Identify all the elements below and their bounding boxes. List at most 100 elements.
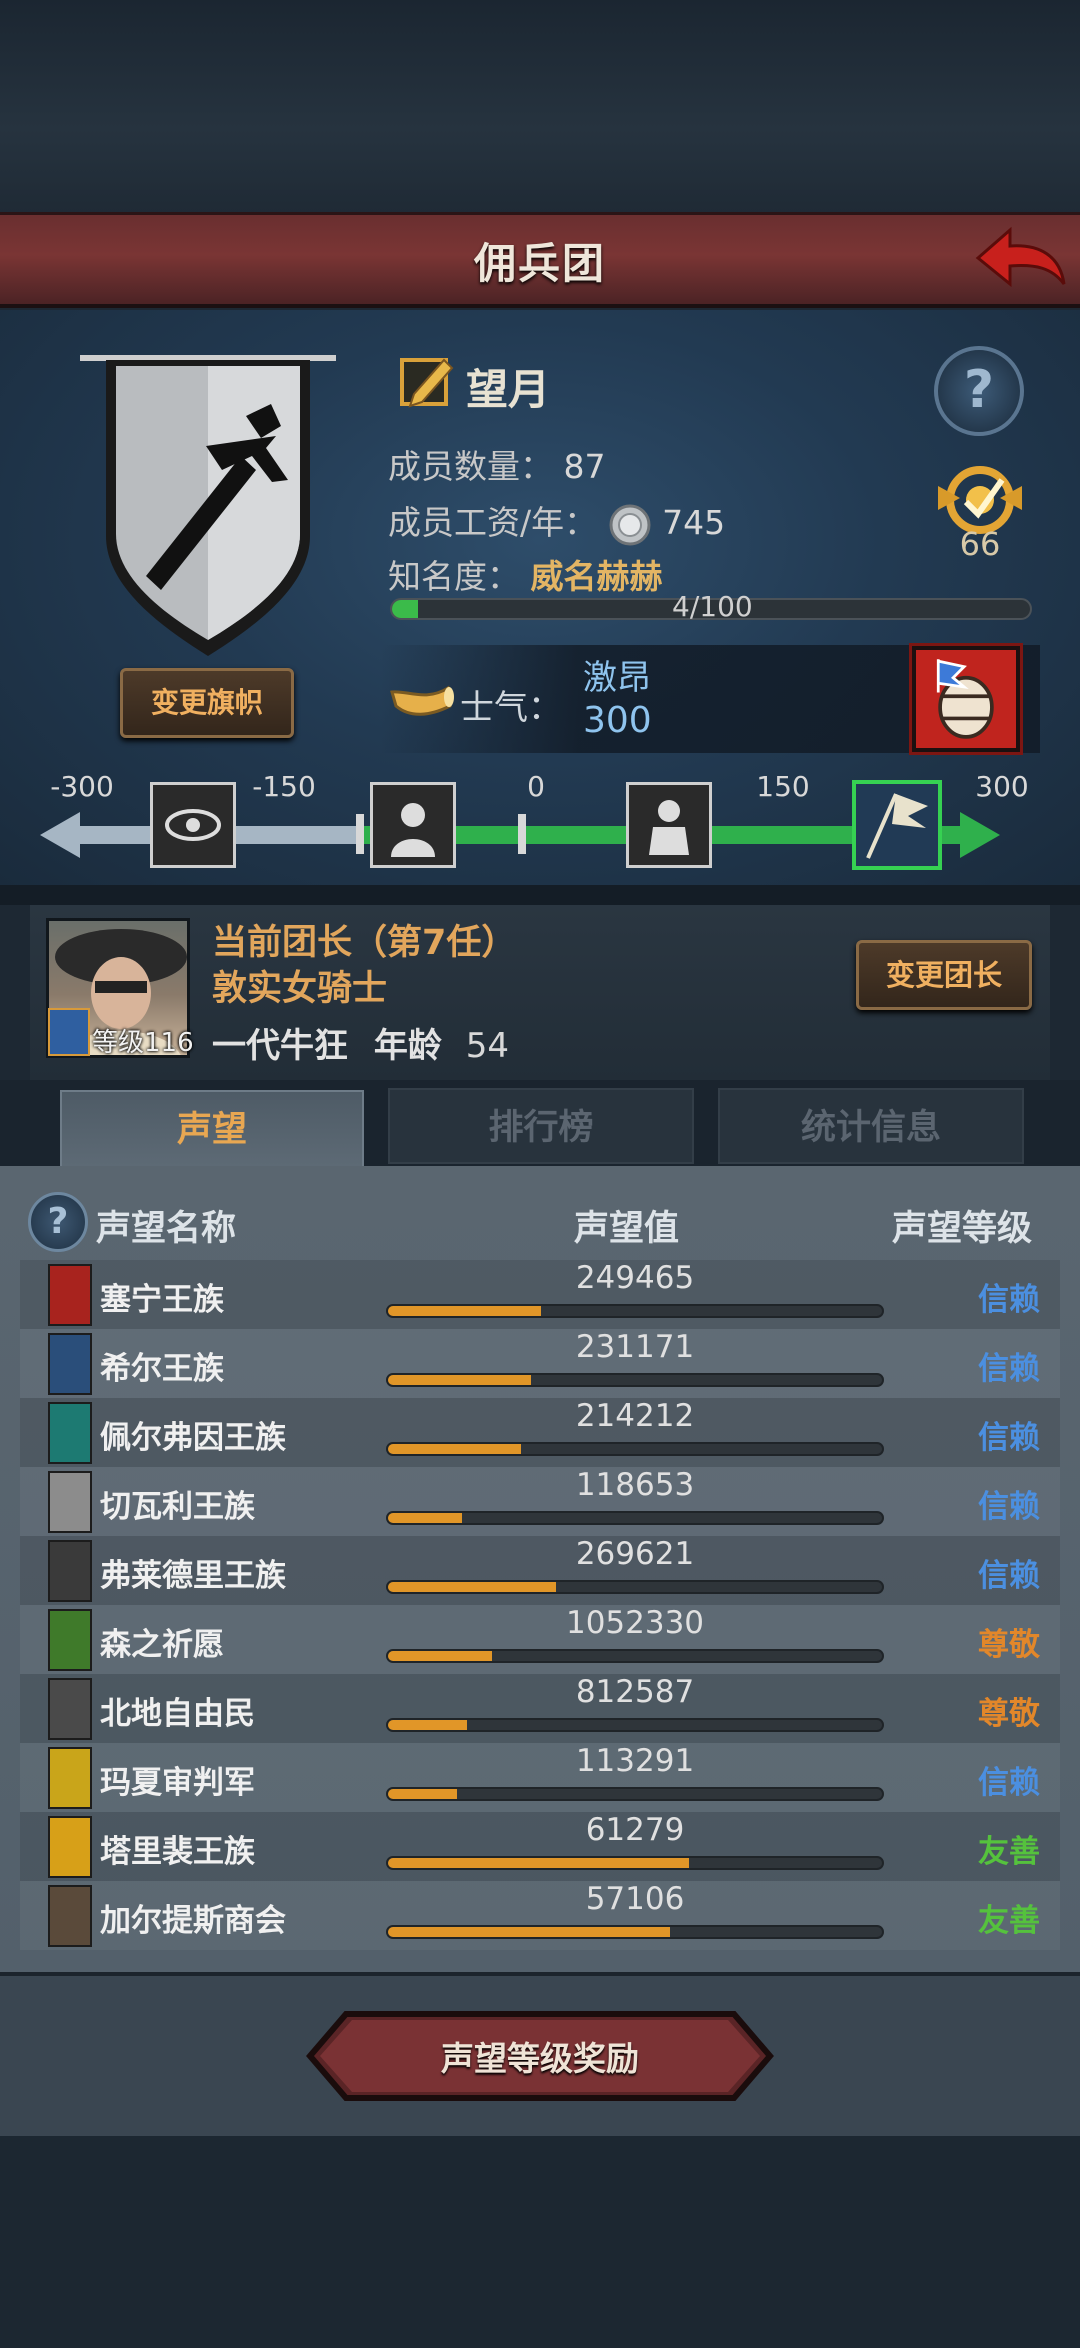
reputation-bar-fill [388, 1444, 522, 1454]
fame-progress-fill [392, 600, 418, 618]
faction-name: 切瓦利王族 [100, 1489, 255, 1525]
tab-reputation[interactable]: 声望 [60, 1090, 364, 1176]
faction-name: 塞宁王族 [100, 1282, 224, 1318]
faction-name: 希尔王族 [100, 1351, 224, 1387]
bottom-background [0, 2136, 1080, 2348]
morale-value: 300 [583, 700, 652, 741]
barrel-icon[interactable] [912, 646, 1020, 752]
help-button[interactable]: ? [934, 346, 1024, 436]
reputation-level: 友善 [978, 1834, 1040, 1870]
reputation-value: 113291 [575, 1743, 695, 1779]
reputation-level: 信赖 [978, 1765, 1040, 1801]
table-row[interactable]: 森之祈愿 1052330 尊敬 [20, 1605, 1060, 1674]
fame-label: 知名度： [388, 557, 520, 596]
table-row[interactable]: 北地自由民 812587 尊敬 [20, 1674, 1060, 1743]
reputation-bar-fill [388, 1582, 556, 1592]
leader-age-value: 54 [465, 1026, 509, 1066]
morale-despair-icon[interactable] [370, 782, 456, 868]
reputation-bar [386, 1304, 884, 1318]
silver-coin-icon [609, 504, 651, 545]
leader-age-label: 年龄 [373, 1026, 442, 1066]
back-arrow-icon[interactable] [970, 218, 1070, 298]
reputation-bar [386, 1856, 884, 1870]
table-row[interactable]: 加尔提斯商会 57106 友善 [20, 1881, 1060, 1950]
table-row[interactable]: 希尔王族 231171 信赖 [20, 1329, 1060, 1398]
morale-steady-icon[interactable] [626, 782, 712, 868]
members-row: 成员数量： 87 [388, 440, 606, 488]
faction-crest-icon [48, 1816, 92, 1878]
column-header-value: 声望值 [574, 1209, 680, 1249]
reputation-bar [386, 1649, 884, 1663]
tab-statistics[interactable]: 统计信息 [718, 1088, 1024, 1164]
column-header-name: 声望名称 [96, 1209, 237, 1249]
morale-state: 激昂 [583, 658, 651, 698]
reputation-bar-fill [388, 1306, 542, 1316]
reputation-bar-fill [388, 1513, 463, 1523]
reputation-level: 友善 [978, 1903, 1040, 1939]
reputation-bar-fill [388, 1789, 458, 1799]
table-row[interactable]: 佩尔弗因王族 214212 信赖 [20, 1398, 1060, 1467]
scale-tick-label: -300 [50, 770, 114, 803]
section-divider [0, 885, 1080, 905]
table-row[interactable]: 塔里裴王族 61279 友善 [20, 1812, 1060, 1881]
tab-ranking[interactable]: 排行榜 [388, 1088, 694, 1164]
reputation-level: 信赖 [978, 1489, 1040, 1525]
reputation-value: 249465 [575, 1260, 695, 1296]
faction-crest-icon [48, 1609, 92, 1671]
change-flag-button[interactable]: 变更旗帜 [120, 668, 294, 738]
page-title: 佣兵团 [473, 239, 606, 288]
faction-name: 北地自由民 [100, 1696, 255, 1732]
faction-crest-icon [48, 1885, 92, 1947]
members-label: 成员数量： [388, 447, 553, 486]
morale-label: 士气： [460, 688, 562, 728]
reputation-value: 61279 [585, 1812, 685, 1848]
faction-crest-icon [48, 1540, 92, 1602]
reputation-bar [386, 1718, 884, 1732]
top-background [0, 0, 1080, 215]
reputation-value: 1052330 [565, 1605, 705, 1641]
members-value: 87 [563, 447, 606, 486]
reputation-bar-fill [388, 1858, 690, 1868]
guild-name: 望月 [466, 365, 551, 414]
table-row[interactable]: 玛夏审判军 113291 信赖 [20, 1743, 1060, 1812]
reputation-level: 信赖 [978, 1420, 1040, 1456]
reputation-bar [386, 1787, 884, 1801]
change-leader-button[interactable]: 变更团长 [856, 940, 1032, 1010]
reputation-value: 231171 [575, 1329, 695, 1365]
leader-name: 敦实女骑士 [212, 969, 388, 1009]
reputation-bar-fill [388, 1927, 670, 1937]
reputation-value: 269621 [575, 1536, 695, 1572]
reputation-value: 214212 [575, 1398, 695, 1434]
faction-name: 弗莱德里王族 [100, 1558, 286, 1594]
scale-tick-label: 0 [527, 770, 545, 803]
reputation-level: 信赖 [978, 1351, 1040, 1387]
faction-name: 加尔提斯商会 [100, 1903, 286, 1939]
leader-level: 等级116 [92, 1028, 194, 1058]
salary-value: 745 [662, 503, 726, 542]
table-row[interactable]: 切瓦利王族 118653 信赖 [20, 1467, 1060, 1536]
reputation-level: 尊敬 [978, 1627, 1040, 1663]
salary-row: 成员工资/年： 745 [388, 496, 725, 547]
reputation-bar [386, 1925, 884, 1939]
faction-name: 佩尔弗因王族 [100, 1420, 286, 1456]
reward-button-label[interactable]: 声望等级奖励 [306, 2032, 774, 2080]
faction-name: 森之祈愿 [100, 1627, 224, 1663]
badge-value: 66 [959, 525, 1001, 563]
column-header-level: 声望等级 [892, 1209, 1033, 1249]
morale-inspired-icon[interactable] [852, 780, 942, 870]
morale-eye-icon[interactable] [150, 782, 236, 868]
table-row[interactable]: 塞宁王族 249465 信赖 [20, 1260, 1060, 1329]
reputation-help-button[interactable]: ? [28, 1192, 88, 1252]
reputation-value: 812587 [575, 1674, 695, 1710]
reputation-bar [386, 1511, 884, 1525]
reputation-value: 57106 [585, 1881, 685, 1917]
scale-tick-label: -150 [252, 770, 316, 803]
edit-name-icon[interactable] [396, 350, 458, 412]
table-row[interactable]: 弗莱德里王族 269621 信赖 [20, 1536, 1060, 1605]
sword-class-icon [48, 1008, 90, 1056]
leader-title: 当前团长（第7任） [212, 923, 517, 963]
morale-scale: -300 -150 0 150 300 [40, 770, 1040, 880]
fame-value: 威名赫赫 [530, 557, 663, 596]
reputation-bar-fill [388, 1651, 492, 1661]
leader-trait: 一代牛狂 [212, 1026, 348, 1066]
